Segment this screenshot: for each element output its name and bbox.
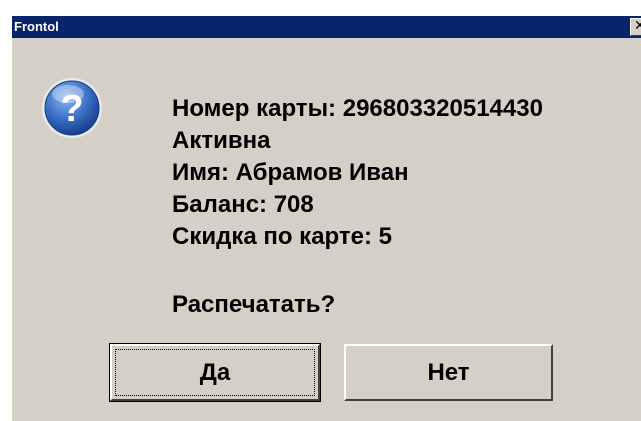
window-title: Frontol (14, 19, 59, 34)
focus-rectangle (115, 349, 315, 396)
card-number-text: Номер карты: 296803320514430 (172, 95, 543, 122)
title-bar[interactable]: Frontol ✕ (10, 16, 641, 38)
card-status-text: Активна (172, 127, 271, 154)
close-button[interactable]: ✕ (630, 18, 641, 36)
holder-name-text: Имя: Абрамов Иван (172, 159, 409, 186)
svg-text:?: ? (60, 88, 83, 130)
close-icon: ✕ (634, 18, 641, 34)
print-question-text: Распечатать? (172, 291, 336, 318)
no-button-label: Нет (427, 359, 470, 386)
dialog-body: ? Номер карты: 296803320514430 Активна И… (10, 38, 641, 421)
question-icon: ? (42, 78, 102, 138)
balance-text: Баланс: 708 (172, 191, 314, 218)
no-button[interactable]: Нет (344, 344, 553, 401)
discount-text: Скидка по карте: 5 (172, 223, 392, 250)
card-info-dialog: Frontol ✕ ? Номер карты: 296803320514430… (0, 0, 641, 421)
yes-button[interactable]: Да (109, 343, 321, 402)
